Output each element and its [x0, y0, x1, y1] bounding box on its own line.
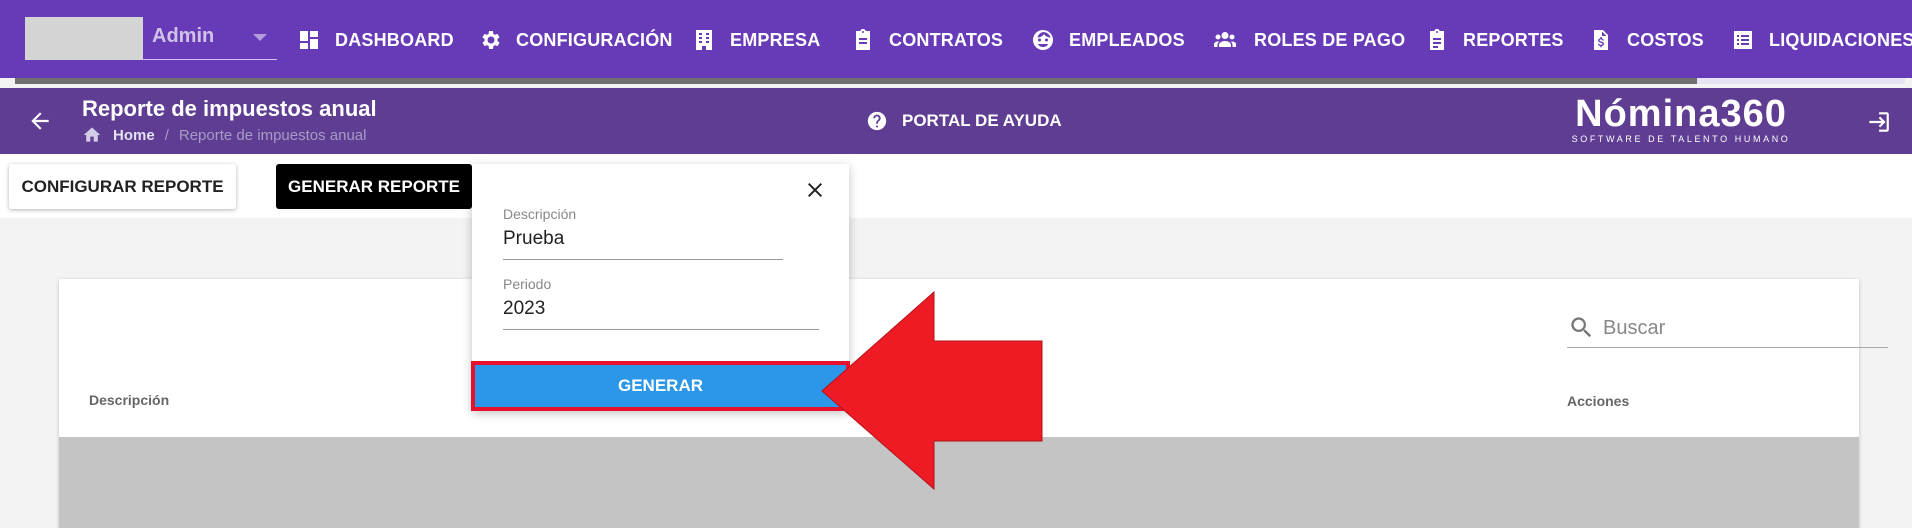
- nav-roles-de-pago-label: ROLES DE PAGO: [1254, 29, 1406, 50]
- search-input[interactable]: [1603, 312, 1883, 344]
- brand-logo: Nómina360 SOFTWARE DE TALENTO HUMANO: [1568, 94, 1794, 144]
- search-field[interactable]: [1567, 309, 1888, 348]
- nav-dashboard-label: DASHBOARD: [335, 29, 454, 50]
- brand-name: Nómina360: [1575, 93, 1787, 135]
- report-toolbar: CONFIGURAR REPORTE GENERAR REPORTE: [0, 154, 1912, 218]
- column-header-descripcion[interactable]: Descripción: [89, 392, 169, 408]
- nav-empleados-label: EMPLEADOS: [1069, 29, 1185, 50]
- list-icon: [1734, 31, 1752, 49]
- generate-report-button[interactable]: GENERAR REPORTE: [276, 164, 472, 209]
- nav-liquidaciones-label: LIQUIDACIONES: [1769, 29, 1912, 50]
- dashboard-icon: [300, 31, 318, 49]
- description-value[interactable]: Prueba: [503, 228, 783, 250]
- help-portal-link[interactable]: PORTAL DE AYUDA: [866, 110, 1062, 132]
- nav-roles-de-pago[interactable]: ROLES DE PAGO: [1210, 24, 1405, 56]
- company-name: Admin: [152, 25, 215, 47]
- breadcrumb-home[interactable]: Home: [113, 127, 155, 144]
- logout-icon[interactable]: [1865, 109, 1891, 135]
- generar-button[interactable]: GENERAR: [471, 361, 850, 411]
- top-navigation-bar: Admin DASHBOARD CONFIGURACIÓN EMPRESA CO…: [0, 0, 1912, 78]
- clipboard-list-icon: [1430, 29, 1444, 50]
- nav-configuracion[interactable]: CONFIGURACIÓN: [478, 24, 673, 56]
- gear-icon: [482, 31, 500, 49]
- nav-scroll-indicator[interactable]: [15, 78, 1905, 84]
- nav-empresa-label: EMPRESA: [730, 29, 821, 50]
- file-dollar-icon: [1594, 30, 1608, 50]
- help-icon: [867, 111, 887, 131]
- help-portal-label: PORTAL DE AYUDA: [902, 111, 1062, 130]
- search-icon: [1571, 317, 1592, 338]
- period-label: Periodo: [503, 276, 552, 292]
- red-pointer-arrow-icon: [821, 290, 1043, 491]
- close-icon[interactable]: [803, 178, 827, 202]
- breadcrumb: Home / Reporte de impuestos anual: [82, 125, 366, 145]
- users-icon: [1214, 32, 1236, 47]
- period-value[interactable]: 2023: [503, 298, 819, 320]
- nav-costos[interactable]: COSTOS: [1589, 24, 1704, 56]
- home-icon[interactable]: [82, 125, 102, 145]
- brand-tagline: SOFTWARE DE TALENTO HUMANO: [1571, 134, 1791, 144]
- clipboard-icon: [856, 29, 870, 50]
- period-field[interactable]: Periodo 2023: [503, 276, 819, 330]
- nav-reportes[interactable]: REPORTES: [1425, 24, 1564, 56]
- nav-empleados[interactable]: EMPLEADOS: [1031, 24, 1185, 56]
- period-underline: [503, 329, 819, 330]
- nav-dashboard[interactable]: DASHBOARD: [297, 24, 454, 56]
- nav-reportes-label: REPORTES: [1463, 29, 1564, 50]
- back-arrow-icon[interactable]: [27, 108, 53, 134]
- nav-contratos[interactable]: CONTRATOS: [851, 24, 1003, 56]
- company-logo: [25, 17, 143, 60]
- nav-scroll-thumb[interactable]: [1697, 78, 1905, 84]
- page-title: Reporte de impuestos anual: [82, 96, 377, 121]
- breadcrumb-current: Reporte de impuestos anual: [178, 126, 367, 144]
- nav-costos-label: COSTOS: [1627, 29, 1704, 50]
- description-field[interactable]: Descripción Prueba: [503, 206, 783, 260]
- description-underline: [503, 259, 783, 260]
- configure-report-button[interactable]: CONFIGURAR REPORTE: [9, 164, 236, 209]
- nav-liquidaciones[interactable]: LIQUIDACIONES: [1731, 24, 1912, 56]
- page-header: Reporte de impuestos anual Home / Report…: [0, 88, 1912, 154]
- face-icon: [1033, 30, 1053, 50]
- generate-report-popup: Descripción Prueba Periodo 2023 GENERAR: [471, 164, 850, 411]
- company-selector[interactable]: Admin: [25, 17, 277, 60]
- nav-empresa[interactable]: EMPRESA: [692, 24, 820, 56]
- column-header-acciones: Acciones: [1567, 393, 1630, 409]
- chevron-down-icon[interactable]: [253, 34, 267, 41]
- breadcrumb-separator: /: [164, 126, 169, 144]
- nav-contratos-label: CONTRATOS: [889, 29, 1004, 50]
- building-icon: [696, 30, 712, 50]
- nav-configuracion-label: CONFIGURACIÓN: [516, 29, 673, 50]
- description-label: Descripción: [503, 206, 577, 222]
